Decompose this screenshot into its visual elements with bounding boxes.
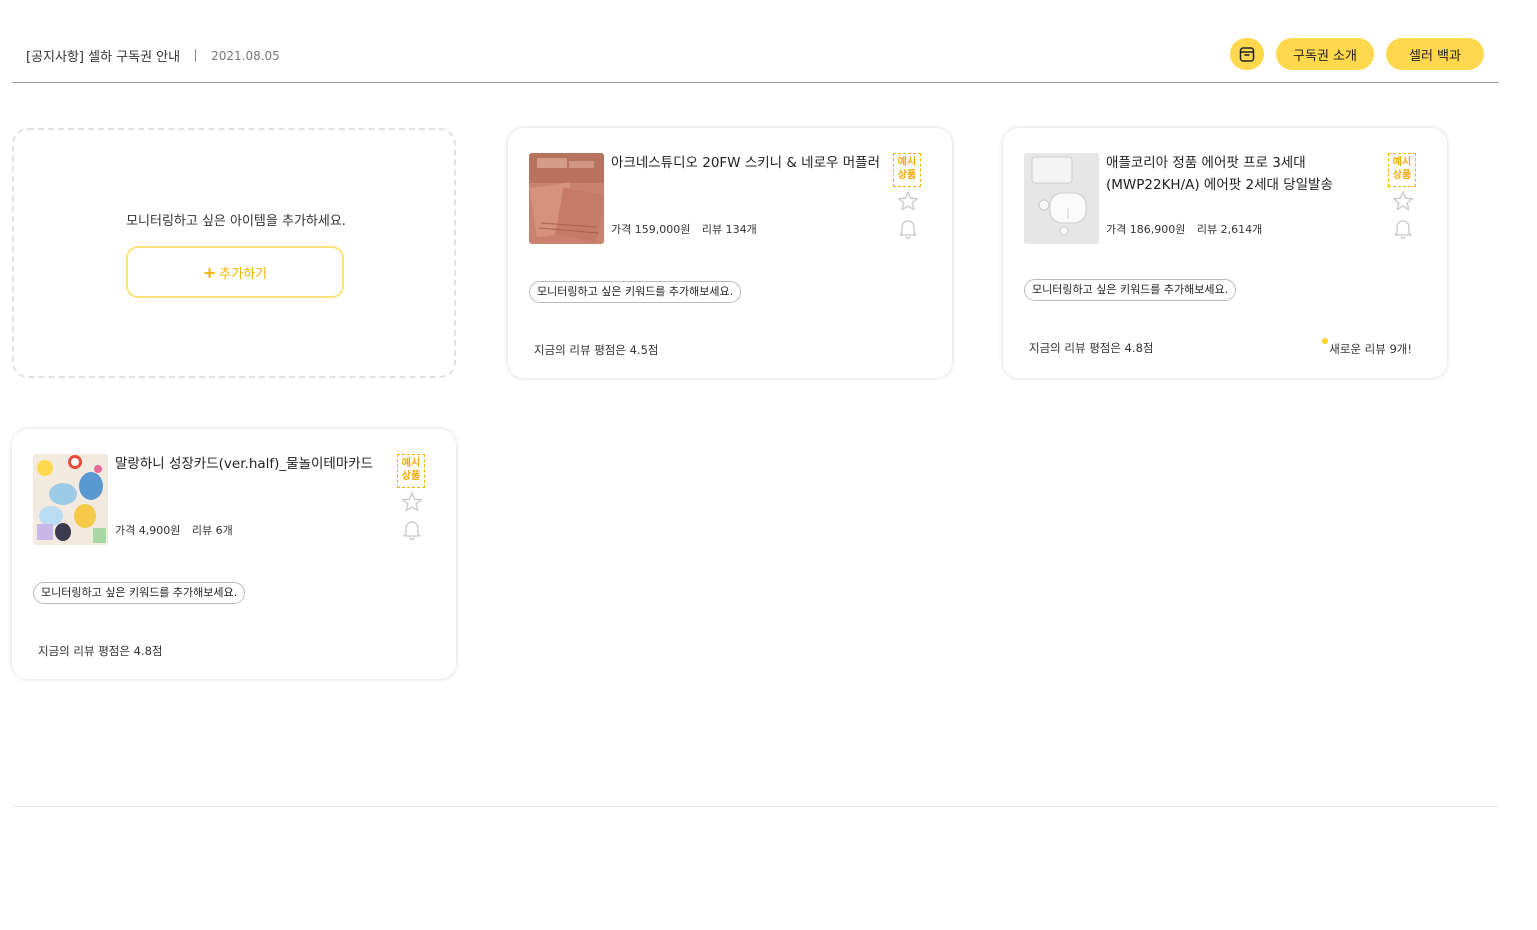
star-icon[interactable] <box>401 491 423 513</box>
notice-date: 2021.08.05 <box>211 48 280 63</box>
add-keyword-chip[interactable]: 모니터링하고 싶은 키워드를 추가해보세요. <box>33 582 246 604</box>
product-image[interactable] <box>1024 153 1099 244</box>
product-image[interactable] <box>529 153 604 244</box>
subscription-intro-button[interactable]: 구독권 소개 <box>1276 38 1374 70</box>
product-price: 가격 4,900원 <box>115 524 181 537</box>
add-keyword-chip[interactable]: 모니터링하고 싶은 키워드를 추가해보세요. <box>1024 279 1237 301</box>
inbox-button[interactable] <box>1230 38 1264 70</box>
product-meta: 가격 186,900원 리뷰 2,614개 <box>1106 221 1262 237</box>
top-bar: [공지사항] 셀하 구독권 안내 2021.08.05 구독권 소개 셀러 백과 <box>12 28 1498 83</box>
product-card[interactable]: 애플코리아 정품 에어팟 프로 3세대 (MWP22KH/A) 에어팟 2세대 … <box>1003 128 1447 378</box>
star-icon[interactable] <box>1392 190 1414 212</box>
example-product-badge: 예시 상품 <box>397 454 425 488</box>
product-meta: 가격 159,000원 리뷰 134개 <box>611 221 757 237</box>
add-item-button-label: 추가하기 <box>219 266 268 282</box>
bell-icon[interactable] <box>1392 217 1414 239</box>
example-product-badge: 예시 상품 <box>893 153 921 187</box>
star-icon[interactable] <box>897 190 919 212</box>
seller-wiki-button[interactable]: 셀러 백과 <box>1386 38 1484 70</box>
review-rating: 지금의 리뷰 평점은 4.8점 <box>38 644 163 658</box>
review-rating: 지금의 리뷰 평점은 4.8점 <box>1029 341 1154 355</box>
new-review-count: 새로운 리뷰 9개! <box>1329 342 1412 356</box>
add-item-button[interactable]: + 추가하기 <box>126 246 344 298</box>
product-review-count: 리뷰 134개 <box>701 223 757 236</box>
notice-title[interactable]: [공지사항] 셀하 구독권 안내 <box>26 46 180 65</box>
top-actions: 구독권 소개 셀러 백과 <box>1230 38 1484 70</box>
review-rating: 지금의 리뷰 평점은 4.5점 <box>534 343 659 357</box>
example-product-badge: 예시 상품 <box>1388 153 1416 187</box>
footer-divider <box>12 806 1498 807</box>
product-card[interactable]: 말랑하니 성장카드(ver.half)_물놀이테마카드 가격 4,900원 리뷰… <box>12 429 456 679</box>
bell-icon[interactable] <box>401 518 423 540</box>
inbox-box-icon <box>1239 47 1255 62</box>
product-price: 가격 159,000원 <box>611 223 691 236</box>
page: [공지사항] 셀하 구독권 안내 2021.08.05 구독권 소개 셀러 백과… <box>0 0 1537 930</box>
add-keyword-chip[interactable]: 모니터링하고 싶은 키워드를 추가해보세요. <box>529 281 742 303</box>
product-review-count: 리뷰 6개 <box>191 524 233 537</box>
new-review-notice[interactable]: 새로운 리뷰 9개! <box>1322 338 1412 357</box>
product-price: 가격 186,900원 <box>1106 223 1186 236</box>
bell-icon[interactable] <box>897 217 919 239</box>
divider <box>195 49 197 62</box>
product-title[interactable]: 말랑하니 성장카드(ver.half)_물놀이테마카드 <box>115 453 385 475</box>
add-item-card: 모니터링하고 싶은 아이템을 추가하세요. + 추가하기 <box>12 128 456 378</box>
add-item-message: 모니터링하고 싶은 아이템을 추가하세요. <box>126 214 346 229</box>
notice[interactable]: [공지사항] 셀하 구독권 안내 2021.08.05 <box>26 46 280 66</box>
product-title[interactable]: 아크네스튜디오 20FW 스키니 & 네로우 머플러 <box>611 152 881 174</box>
new-indicator-dot <box>1322 338 1329 344</box>
product-image[interactable] <box>33 454 108 545</box>
product-meta: 가격 4,900원 리뷰 6개 <box>115 522 233 538</box>
product-review-count: 리뷰 2,614개 <box>1196 223 1263 236</box>
plus-icon: + <box>202 262 217 282</box>
product-card[interactable]: 아크네스튜디오 20FW 스키니 & 네로우 머플러 가격 159,000원 리… <box>508 128 952 378</box>
product-title[interactable]: 애플코리아 정품 에어팟 프로 3세대 (MWP22KH/A) 에어팟 2세대 … <box>1106 152 1376 196</box>
